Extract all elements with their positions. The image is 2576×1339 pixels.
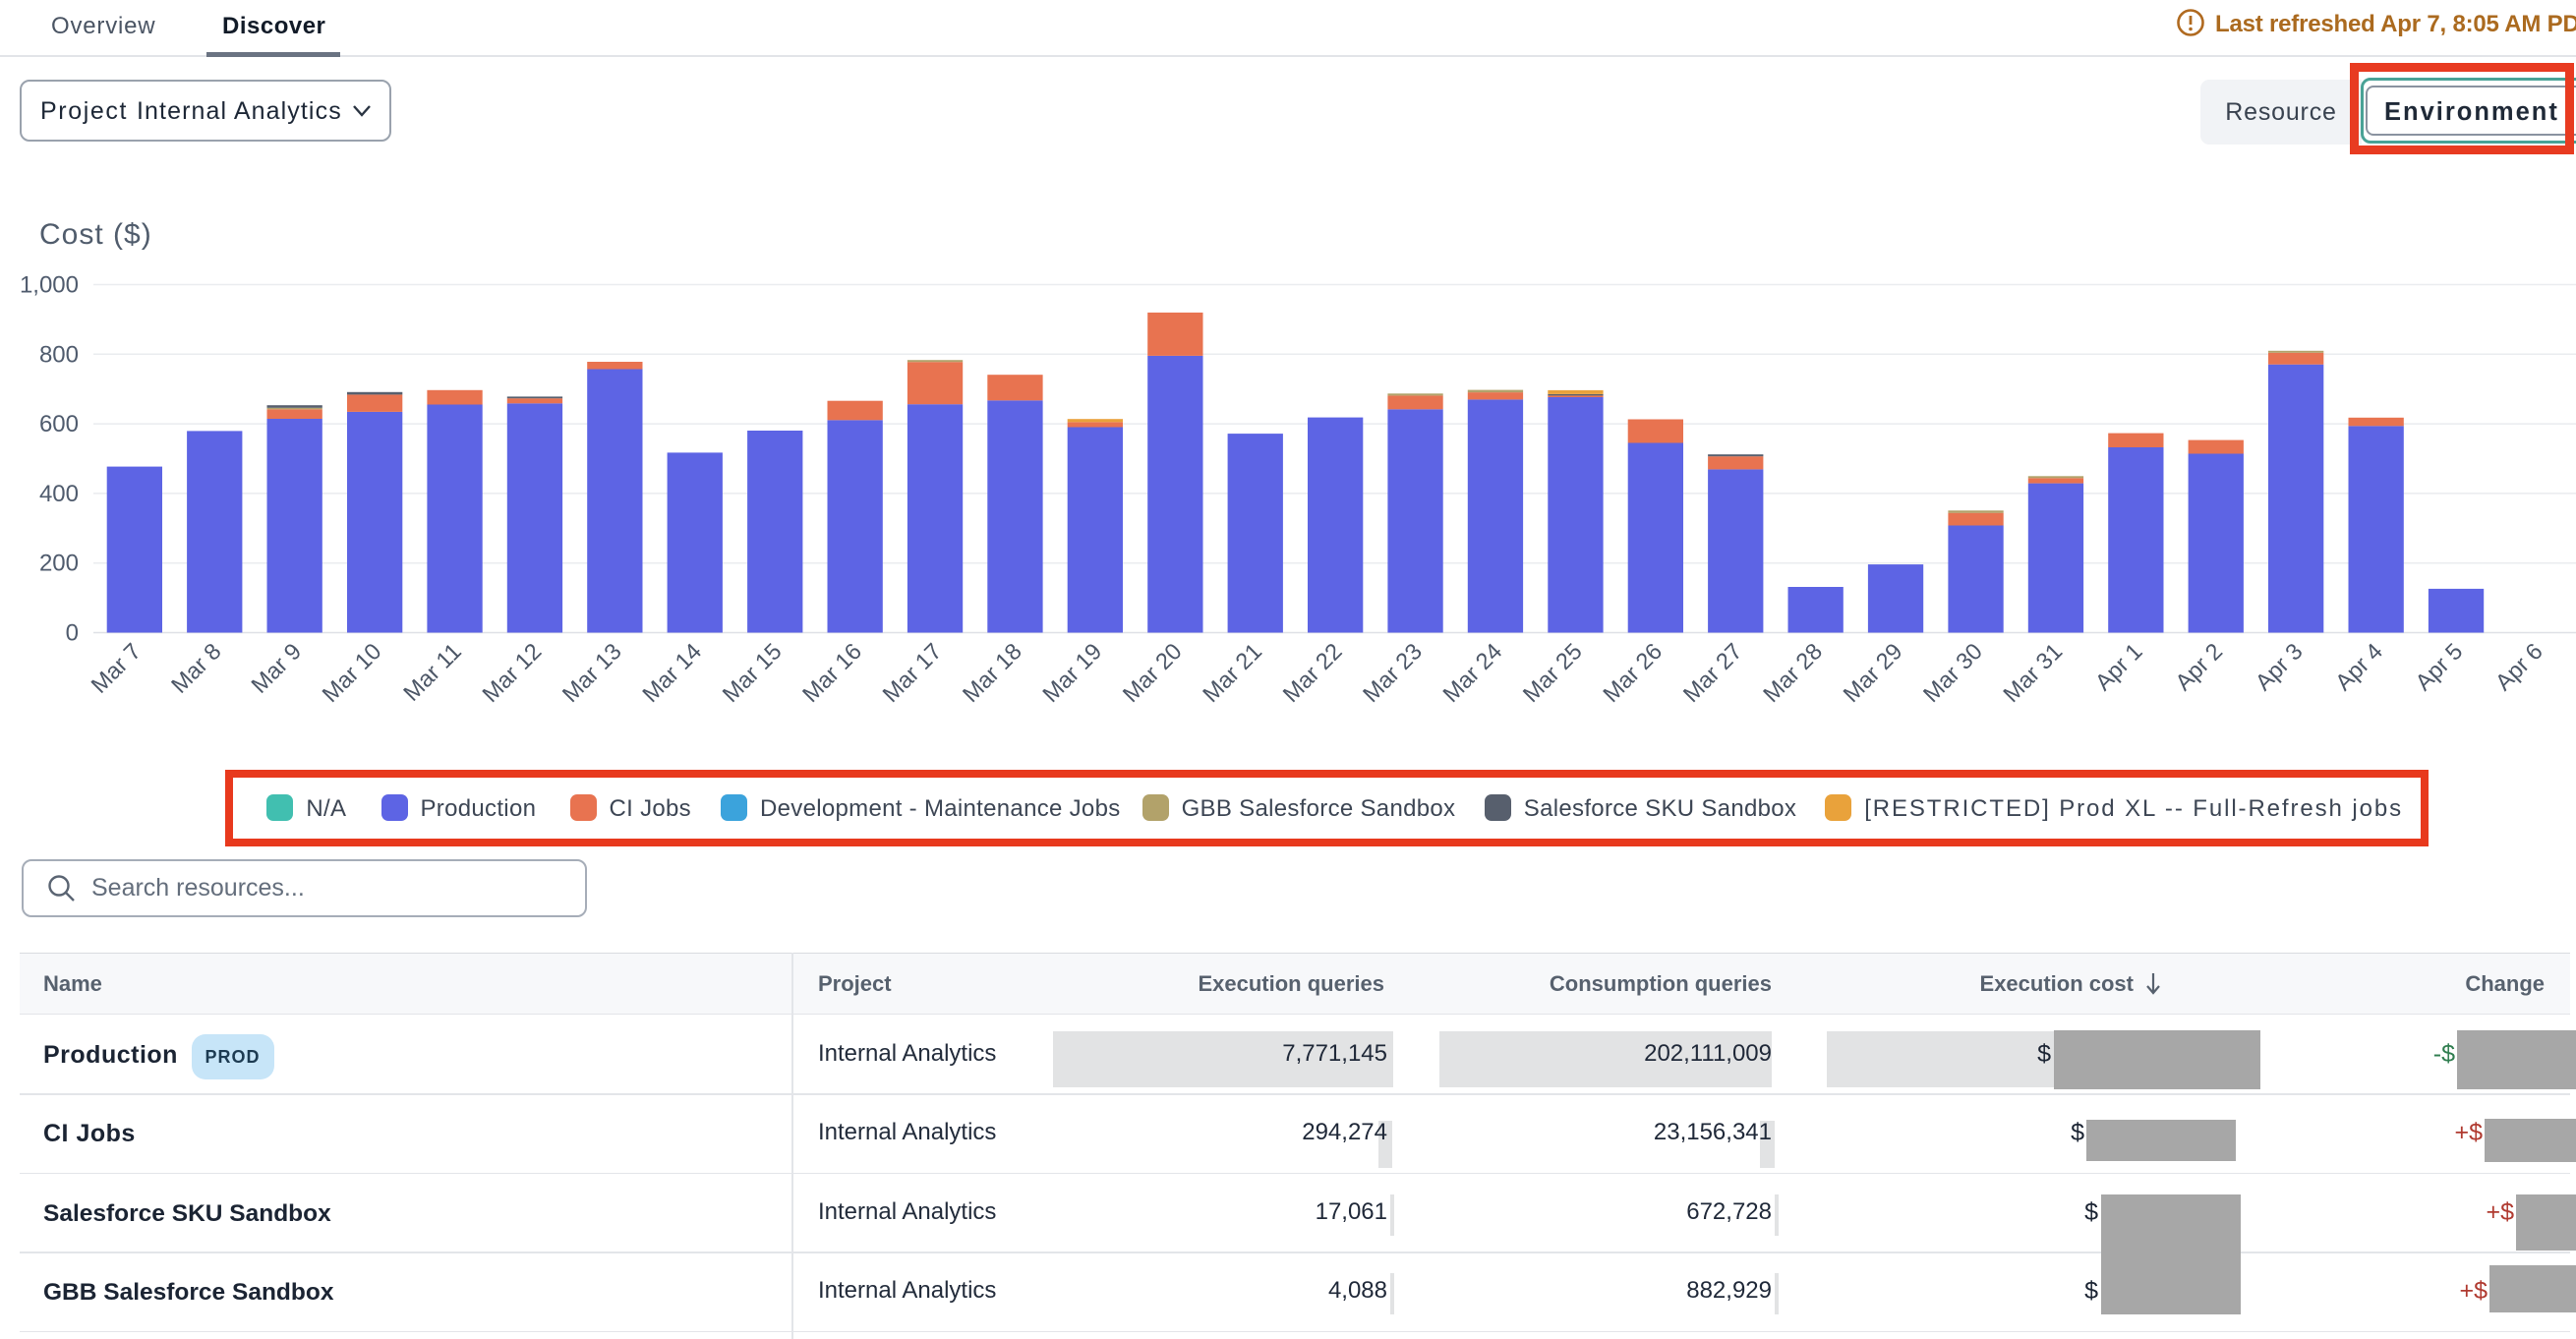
svg-text:Mar 18: Mar 18: [958, 638, 1026, 707]
svg-text:1,000: 1,000: [20, 272, 79, 299]
svg-text:Mar 19: Mar 19: [1037, 638, 1106, 707]
svg-text:Mar 24: Mar 24: [1437, 638, 1506, 707]
svg-text:Mar 30: Mar 30: [1918, 638, 1987, 707]
svg-text:400: 400: [39, 481, 79, 507]
svg-text:Mar 31: Mar 31: [1998, 638, 2067, 707]
svg-text:Mar 20: Mar 20: [1118, 638, 1187, 707]
svg-text:800: 800: [39, 341, 79, 368]
svg-text:Mar 12: Mar 12: [477, 638, 546, 707]
svg-text:Mar 27: Mar 27: [1678, 638, 1747, 707]
svg-text:Mar 22: Mar 22: [1278, 638, 1347, 707]
svg-text:Mar 29: Mar 29: [1839, 638, 1907, 707]
svg-text:Apr 4: Apr 4: [2330, 638, 2387, 695]
svg-text:Mar 14: Mar 14: [637, 638, 706, 707]
svg-text:Apr 6: Apr 6: [2490, 638, 2547, 695]
svg-text:Mar 25: Mar 25: [1518, 638, 1587, 707]
svg-text:Apr 5: Apr 5: [2410, 638, 2467, 695]
svg-text:Mar 23: Mar 23: [1358, 638, 1427, 707]
svg-text:Mar 15: Mar 15: [718, 638, 787, 707]
svg-text:Mar 11: Mar 11: [398, 638, 466, 706]
svg-text:600: 600: [39, 411, 79, 437]
svg-text:Apr 3: Apr 3: [2251, 638, 2308, 695]
svg-text:Mar 17: Mar 17: [878, 638, 947, 707]
svg-text:Apr 2: Apr 2: [2170, 638, 2227, 695]
svg-text:Mar 9: Mar 9: [246, 638, 306, 698]
svg-text:Mar 8: Mar 8: [166, 638, 226, 698]
svg-text:Mar 28: Mar 28: [1758, 638, 1827, 707]
svg-text:Mar 26: Mar 26: [1598, 638, 1667, 707]
svg-text:Mar 10: Mar 10: [318, 638, 386, 707]
svg-text:Mar 16: Mar 16: [797, 638, 866, 707]
svg-text:Mar 13: Mar 13: [557, 638, 626, 707]
svg-text:Mar 21: Mar 21: [1198, 638, 1266, 707]
svg-text:0: 0: [66, 620, 79, 647]
svg-text:200: 200: [39, 551, 79, 577]
svg-text:Apr 1: Apr 1: [2090, 638, 2147, 695]
svg-text:Mar 7: Mar 7: [86, 638, 146, 698]
